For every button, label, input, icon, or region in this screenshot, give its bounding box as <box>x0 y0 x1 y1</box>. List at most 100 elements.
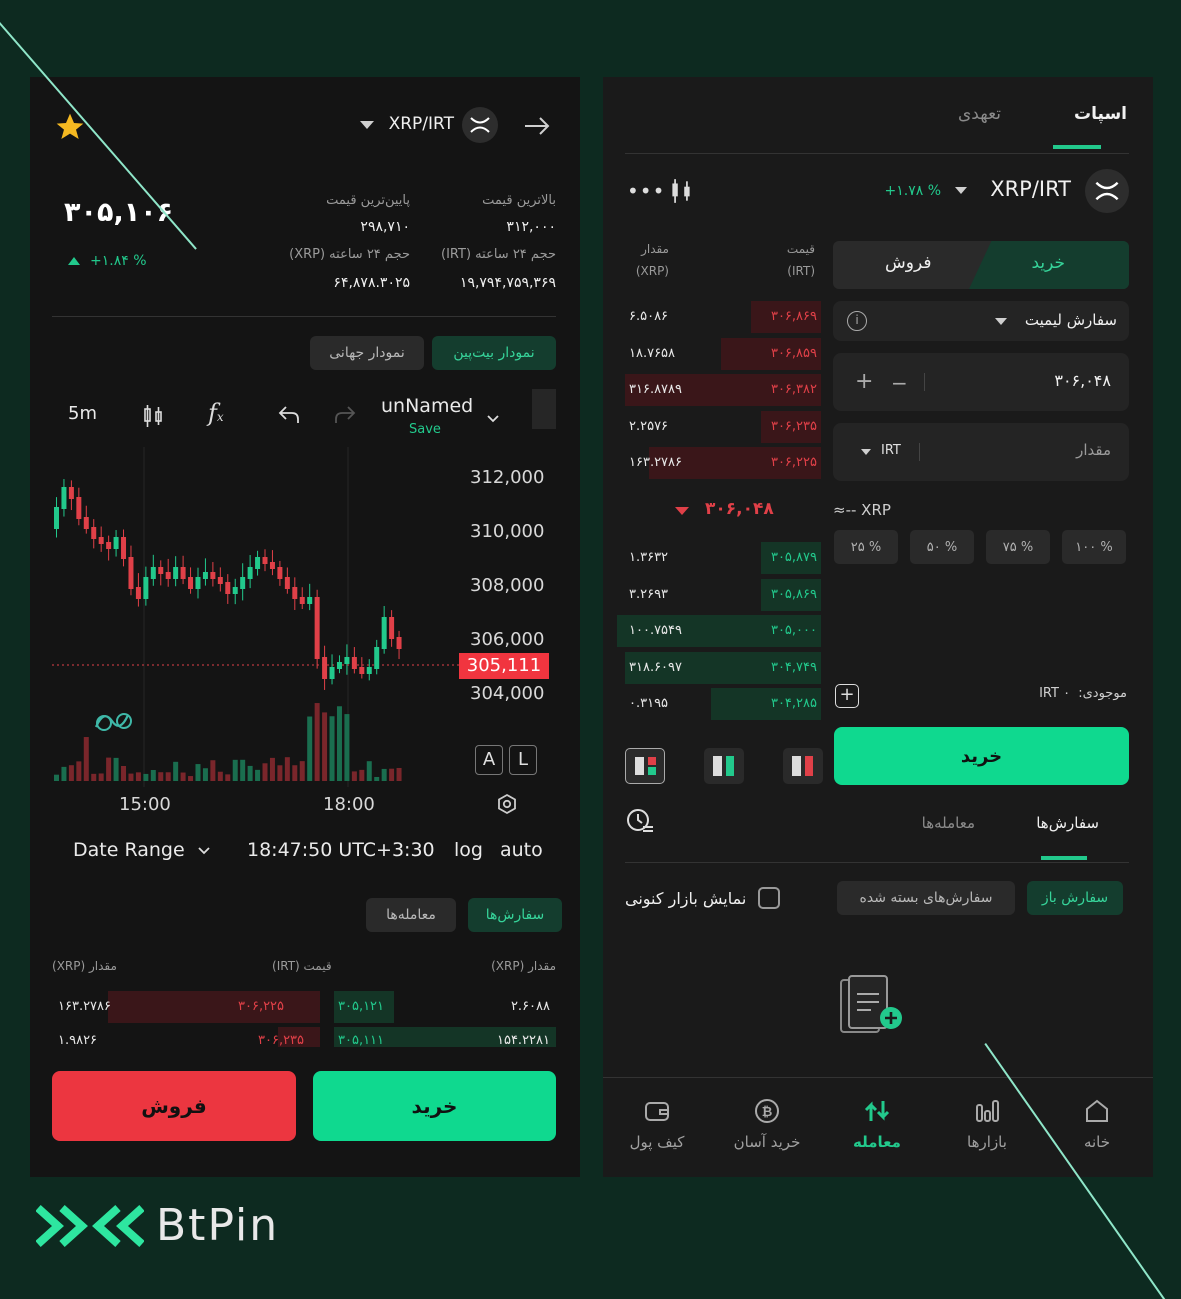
checkbox[interactable] <box>758 887 781 909</box>
buy-amount: ۱۵۴.۲۲۸۱ <box>496 1033 550 1047</box>
scale-auto-button[interactable]: A <box>475 745 503 775</box>
volume-bar <box>381 768 387 781</box>
layout-chevron-icon[interactable] <box>486 409 500 428</box>
table-row[interactable]: ۱۶۳.۲۷۸۶ ۳۰۶,۲۲۵ <box>625 447 821 479</box>
chevron-down-icon[interactable] <box>360 121 374 129</box>
indicators-icon[interactable]: fx <box>208 399 224 427</box>
plus-icon[interactable]: + <box>855 369 873 394</box>
minus-icon[interactable]: − <box>891 371 908 395</box>
percent-75-button[interactable]: ۷۵ % <box>986 530 1050 564</box>
interval-selector[interactable]: 5m <box>68 403 97 424</box>
amount-input[interactable]: مقدار IRT <box>833 423 1129 481</box>
tab-spot[interactable]: اسپات <box>1074 104 1127 124</box>
candle-body <box>83 517 89 529</box>
buy-button[interactable]: خرید <box>313 1071 556 1141</box>
log-toggle[interactable]: log <box>454 839 483 861</box>
settings-shape-icon[interactable] <box>532 389 556 429</box>
auto-toggle[interactable]: auto <box>500 839 543 861</box>
mid-price-arrow-icon <box>675 507 689 515</box>
up-triangle-icon <box>68 257 80 265</box>
table-row[interactable]: ۳.۲۶۹۳ ۳۰۵,۸۶۹ <box>625 578 821 611</box>
layout-name[interactable]: unNamed <box>381 395 473 417</box>
pair-title[interactable]: XRP/IRT <box>389 114 454 134</box>
price-input[interactable]: ۳۰۶,۰۴۸ − + <box>833 353 1129 411</box>
date-range-label: Date Range <box>73 839 185 861</box>
table-row[interactable]: ۲.۲۵۷۶ ۳۰۶,۲۳۵ <box>625 410 821 443</box>
order-history-icon[interactable] <box>625 807 655 841</box>
book-layout-bids-icon[interactable] <box>704 748 744 784</box>
volume-bar <box>188 776 194 781</box>
info-icon[interactable]: i <box>847 311 867 331</box>
nav-home[interactable]: خانه <box>1047 1097 1147 1151</box>
percent-25-button[interactable]: ۲۵ % <box>834 530 898 564</box>
nav-markets[interactable]: بازارها <box>937 1097 1037 1151</box>
table-row[interactable]: ۱.۹۸۲۶ ۳۰۶,۲۳۵ ۳۰۵,۱۱۱ ۱۵۴.۲۲۸۱ <box>52 1027 556 1047</box>
volume-bar <box>202 768 208 781</box>
brand-name: BtPin <box>156 1200 280 1251</box>
pair-title[interactable]: XRP/IRT <box>990 177 1071 201</box>
row-amount: ۱۸.۷۶۵۸ <box>629 345 676 361</box>
row-amount: ۱۰۰.۷۵۴۹ <box>629 623 683 638</box>
row-amount: ۱.۳۶۳۲ <box>629 550 669 565</box>
book-layout-asks-icon[interactable] <box>783 748 823 784</box>
volume-bar <box>91 773 97 781</box>
filter-open-orders[interactable]: سفارش باز <box>1027 881 1123 915</box>
sell-button[interactable]: فروش <box>52 1071 296 1141</box>
table-row[interactable]: ۰.۳۱۹۵ ۳۰۴,۲۸۵ <box>625 688 821 720</box>
submit-buy-button[interactable]: خرید <box>834 727 1129 785</box>
deposit-plus-icon[interactable]: + <box>835 684 859 708</box>
row-amount: ۳۱۶.۸۷۸۹ <box>629 382 683 397</box>
nav-trade[interactable]: معامله <box>827 1097 927 1151</box>
volume-bar <box>165 772 171 781</box>
amount-unit-select[interactable]: IRT <box>881 443 901 458</box>
nav-easy-buy[interactable]: ₿ خرید آسان <box>717 1097 817 1151</box>
side-sell-tab[interactable]: فروش <box>885 253 931 273</box>
tab-trades[interactable]: معامله‌ها <box>366 898 456 932</box>
chevron-down-icon <box>995 318 1007 325</box>
divider <box>625 153 1129 154</box>
candle-body <box>76 497 82 519</box>
nav-wallet[interactable]: کیف پول <box>607 1097 707 1151</box>
percent-100-button[interactable]: ۱۰۰ % <box>1062 530 1126 564</box>
table-row[interactable]: ۱۸.۷۶۵۸ ۳۰۶,۸۵۹ <box>625 337 821 370</box>
chart-icon[interactable] <box>669 177 693 209</box>
table-row[interactable]: ۱۰۰.۷۵۴۹ ۳۰۵,۰۰۰ <box>617 615 821 647</box>
back-arrow-icon[interactable] <box>522 113 552 139</box>
candle-type-icon[interactable] <box>142 403 164 433</box>
tab-margin[interactable]: تعهدی <box>958 104 1001 124</box>
percent-50-button[interactable]: ۵۰ % <box>910 530 974 564</box>
trade-screen: اسپات تعهدی XRP/IRT +۱.۷۸ % ••• قیمت (IR… <box>603 77 1153 1177</box>
table-row[interactable]: ۳۱۸.۶۰۹۷ ۳۰۴,۷۴۹ <box>625 651 821 684</box>
volume-bar <box>128 773 134 781</box>
tab-global-chart[interactable]: نمودار جهانی <box>310 336 424 370</box>
replay-icon[interactable] <box>92 707 136 737</box>
more-icon[interactable]: ••• <box>627 179 665 203</box>
table-row[interactable]: ۱.۳۶۳۲ ۳۰۵,۸۷۹ <box>625 542 821 574</box>
table-row[interactable]: ۶.۵۰۸۶ ۳۰۶,۸۶۹ <box>625 301 821 333</box>
table-row[interactable]: ۳۱۶.۸۷۸۹ ۳۰۶,۳۸۲ <box>625 374 821 406</box>
tab-trades[interactable]: معامله‌ها <box>922 814 975 832</box>
undo-icon[interactable] <box>278 405 300 429</box>
layout-save-label[interactable]: Save <box>409 422 441 437</box>
scale-log-button[interactable]: L <box>509 745 537 775</box>
field-divider <box>919 443 920 461</box>
order-type-select[interactable]: سفارش لیمیت i <box>833 301 1129 341</box>
chart-settings-icon[interactable] <box>496 793 518 819</box>
candle-body <box>255 557 261 569</box>
filter-closed-orders[interactable]: سفارش‌های بسته شده <box>837 881 1015 915</box>
table-row[interactable]: ۱۶۳.۲۷۸۶ ۳۰۶,۲۲۵ ۳۰۵,۱۲۱ ۲.۶۰۸۸ <box>52 991 556 1023</box>
tab-orders[interactable]: سفارش‌ها <box>468 898 562 932</box>
show-current-market-toggle[interactable]: نمایش بازار کنونی <box>625 887 781 909</box>
tab-bitpin-chart[interactable]: نمودار بیت‌پین <box>432 336 556 370</box>
time-tick: 15:00 <box>119 794 171 815</box>
book-layout-both-icon[interactable] <box>625 748 665 784</box>
vol-xrp-label: حجم ۲۴ ساعته (XRP) <box>289 247 410 262</box>
candle-body <box>359 667 365 674</box>
chevron-down-icon[interactable] <box>955 187 967 194</box>
tab-orders[interactable]: سفارش‌ها <box>1036 814 1099 832</box>
buy-amount: ۲.۶۰۸۸ <box>510 999 550 1014</box>
date-range-selector[interactable]: Date Range <box>73 839 211 861</box>
header-buy-amount: مقدار (XRP) <box>491 959 556 973</box>
redo-icon[interactable] <box>334 405 356 429</box>
pair-change: +۱.۷۸ % <box>884 183 942 199</box>
